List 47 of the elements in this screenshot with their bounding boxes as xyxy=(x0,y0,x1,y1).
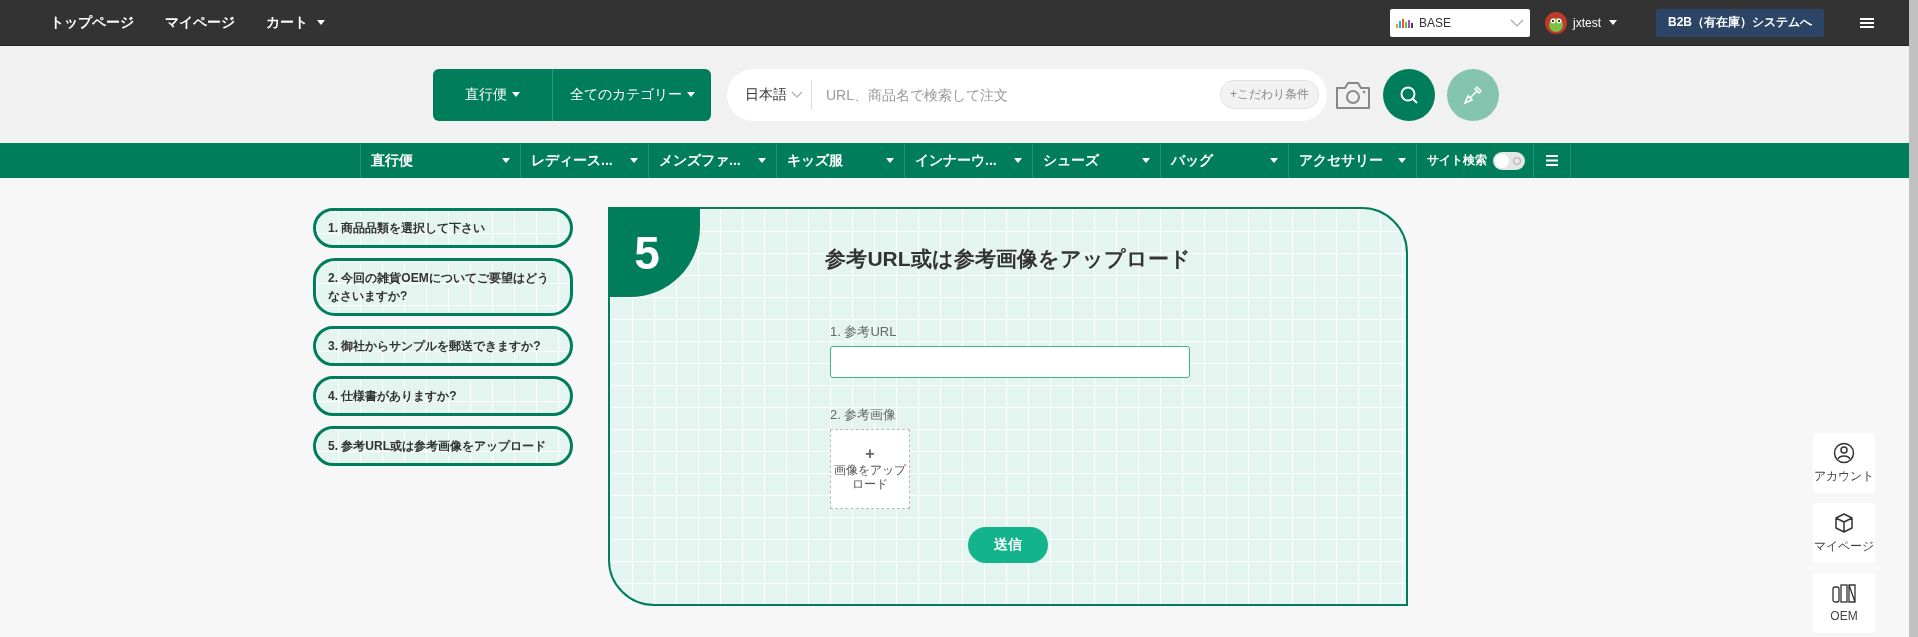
language-dropdown[interactable]: 日本語 xyxy=(745,79,812,110)
camera-icon[interactable] xyxy=(1335,79,1371,110)
category-nav-item[interactable]: レディース... xyxy=(520,143,648,178)
chevron-icon xyxy=(791,91,803,98)
user-menu[interactable]: jxtest xyxy=(1544,11,1617,34)
card-title: 参考URL或は参考画像をアップロード xyxy=(825,246,1191,272)
scrollbar[interactable] xyxy=(1909,0,1918,637)
category-nav-item[interactable]: キッズ服 xyxy=(776,143,904,178)
step-item[interactable]: 1. 商品品類を選択して下さい xyxy=(313,208,573,248)
menu-icon[interactable] xyxy=(1860,16,1874,29)
step-item[interactable]: 3. 御社からサンプルを郵送できますか? xyxy=(313,326,573,366)
site-search-toggle[interactable] xyxy=(1493,151,1525,170)
box-icon xyxy=(1833,511,1855,534)
field-label: 1. 参考URL xyxy=(830,323,898,341)
site-selector[interactable]: BASE xyxy=(1389,8,1530,37)
category-nav-item[interactable]: メンズファ... xyxy=(648,143,776,178)
field-label: 2. 参考画像 xyxy=(830,406,898,424)
url-input-field[interactable] xyxy=(830,346,1190,378)
category-nav-item[interactable]: 直行便 xyxy=(360,143,520,178)
chevron-icon xyxy=(1509,18,1524,27)
side-shortcut-button[interactable]: OEM xyxy=(1813,573,1875,633)
top-nav-link[interactable]: カート xyxy=(266,13,325,32)
category-nav-item[interactable]: シューズ xyxy=(1032,143,1160,178)
step-item[interactable]: 2. 今回の雑貨OEMについてご要望はどうなさいますか? xyxy=(313,258,573,316)
image-upload-box[interactable]: + 画像をアップロード xyxy=(830,429,910,509)
site-selector-value: BASE xyxy=(1418,15,1452,30)
search-button[interactable] xyxy=(1383,68,1435,121)
category-dropdown[interactable]: 全てのカテゴリー xyxy=(553,68,711,121)
search-icon xyxy=(1399,84,1419,105)
user-icon xyxy=(1833,441,1855,464)
category-nav-item[interactable]: インナーウ... xyxy=(904,143,1032,178)
avatar-icon xyxy=(1544,11,1567,34)
category-nav-item[interactable]: アクセサリー xyxy=(1288,143,1416,178)
shipping-dropdown[interactable]: 直行便 xyxy=(433,68,553,121)
site-search-label: サイト検索 xyxy=(1427,152,1487,169)
side-shortcut-button[interactable]: アカウント xyxy=(1813,433,1875,493)
oem-logo-icon xyxy=(1832,583,1856,605)
search-field[interactable]: 日本語 URL、商品名で検索して注文 +こだわり条件 xyxy=(727,68,1327,121)
logo-icon xyxy=(1395,17,1414,28)
top-nav-link[interactable]: トップページ xyxy=(50,13,134,32)
step-item[interactable]: 4. 仕様書がありますか? xyxy=(313,376,573,416)
side-shortcut-button[interactable]: マイページ xyxy=(1813,503,1875,563)
b2b-system-button[interactable]: B2B（有在庫）システムへ xyxy=(1656,8,1824,37)
step-number-badge: 5 xyxy=(610,209,700,297)
category-nav-item[interactable]: バッグ xyxy=(1160,143,1288,178)
step-item[interactable]: 5. 参考URL或は参考画像をアップロード xyxy=(313,426,573,466)
top-nav-link[interactable]: マイページ xyxy=(165,13,235,32)
